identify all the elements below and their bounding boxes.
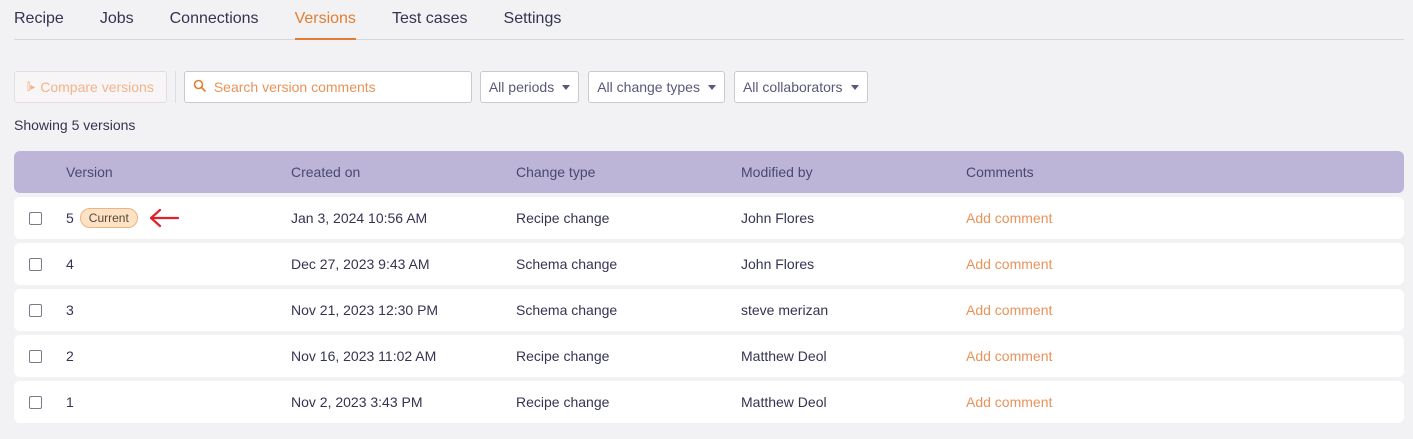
created-on: Dec 27, 2023 9:43 AM [291, 256, 430, 272]
created-on: Jan 3, 2024 10:56 AM [291, 210, 428, 226]
table-header: Version Created on Change type Modified … [14, 151, 1404, 193]
compare-versions-label: Compare versions [40, 79, 154, 95]
versions-table: Version Created on Change type Modified … [14, 151, 1404, 423]
modified-by: John Flores [741, 210, 815, 226]
table-row[interactable]: 2 Nov 16, 2023 11:02 AM Recipe change Ma… [14, 335, 1404, 377]
tab-settings[interactable]: Settings [504, 0, 562, 39]
table-row[interactable]: 3 Nov 21, 2023 12:30 PM Schema change st… [14, 289, 1404, 331]
modified-by: Matthew Deol [741, 348, 827, 364]
current-badge: Current [79, 208, 138, 228]
version-number: 4 [66, 256, 74, 272]
table-row[interactable]: 4 Dec 27, 2023 9:43 AM Schema change Joh… [14, 243, 1404, 285]
version-number: 5 [66, 210, 74, 226]
table-row[interactable]: 5 Current Jan 3, 2024 10:56 AM Recipe ch… [14, 197, 1404, 239]
change-type: Recipe change [516, 348, 610, 364]
chevron-down-icon [562, 84, 571, 90]
version-number: 3 [66, 302, 74, 318]
modified-by: John Flores [741, 256, 815, 272]
chevron-down-icon [850, 84, 859, 90]
tab-test-cases[interactable]: Test cases [392, 0, 468, 39]
add-comment-link[interactable]: Add comment [966, 348, 1052, 364]
add-comment-link[interactable]: Add comment [966, 302, 1052, 318]
change-type: Schema change [516, 302, 618, 318]
search-box[interactable] [183, 71, 472, 103]
version-number: 1 [66, 394, 74, 410]
modified-by: Matthew Deol [741, 394, 827, 410]
add-comment-link[interactable]: Add comment [966, 210, 1052, 226]
row-checkbox[interactable] [29, 211, 42, 225]
header-created-on: Created on [291, 164, 361, 180]
chevron-down-icon [707, 84, 716, 90]
created-on: Nov 21, 2023 12:30 PM [291, 302, 439, 318]
change-types-dropdown-label: All change types [597, 79, 700, 95]
versions-count: Showing 5 versions [14, 117, 136, 133]
row-checkbox[interactable] [29, 303, 42, 317]
add-comment-link[interactable]: Add comment [966, 256, 1052, 272]
header-modified-by: Modified by [741, 164, 813, 180]
created-on: Nov 2, 2023 3:43 PM [291, 394, 423, 410]
tab-recipe[interactable]: Recipe [14, 0, 64, 39]
row-checkbox[interactable] [29, 257, 42, 271]
collaborators-dropdown-label: All collaborators [742, 79, 843, 95]
search-icon [193, 79, 206, 95]
periods-dropdown-label: All periods [488, 79, 555, 95]
change-type: Recipe change [516, 394, 610, 410]
row-checkbox[interactable] [29, 349, 42, 363]
compare-versions-button[interactable]: ⫿▸ Compare versions [14, 71, 167, 103]
change-type: Schema change [516, 256, 618, 272]
created-on: Nov 16, 2023 11:02 AM [291, 348, 437, 364]
periods-dropdown[interactable]: All periods [479, 71, 580, 103]
toolbar-divider [174, 71, 176, 103]
tab-bar: Recipe Jobs Connections Versions Test ca… [14, 0, 1404, 40]
header-version: Version [66, 164, 113, 180]
tab-jobs[interactable]: Jobs [100, 0, 134, 39]
compare-icon: ⫿▸ [27, 81, 36, 93]
modified-by: steve merizan [741, 302, 829, 318]
toolbar: ⫿▸ Compare versions All periods All chan… [14, 71, 877, 103]
table-row[interactable]: 1 Nov 2, 2023 3:43 PM Recipe change Matt… [14, 381, 1404, 423]
change-types-dropdown[interactable]: All change types [588, 71, 725, 103]
change-type: Recipe change [516, 210, 610, 226]
search-input[interactable] [213, 79, 454, 95]
header-change-type: Change type [516, 164, 596, 180]
version-number: 2 [66, 348, 74, 364]
tab-versions[interactable]: Versions [294, 0, 357, 40]
add-comment-link[interactable]: Add comment [966, 394, 1052, 410]
collaborators-dropdown[interactable]: All collaborators [733, 71, 868, 103]
header-comments: Comments [966, 164, 1034, 180]
row-checkbox[interactable] [29, 395, 42, 409]
tab-connections[interactable]: Connections [170, 0, 259, 39]
arrow-left-icon [148, 208, 180, 228]
